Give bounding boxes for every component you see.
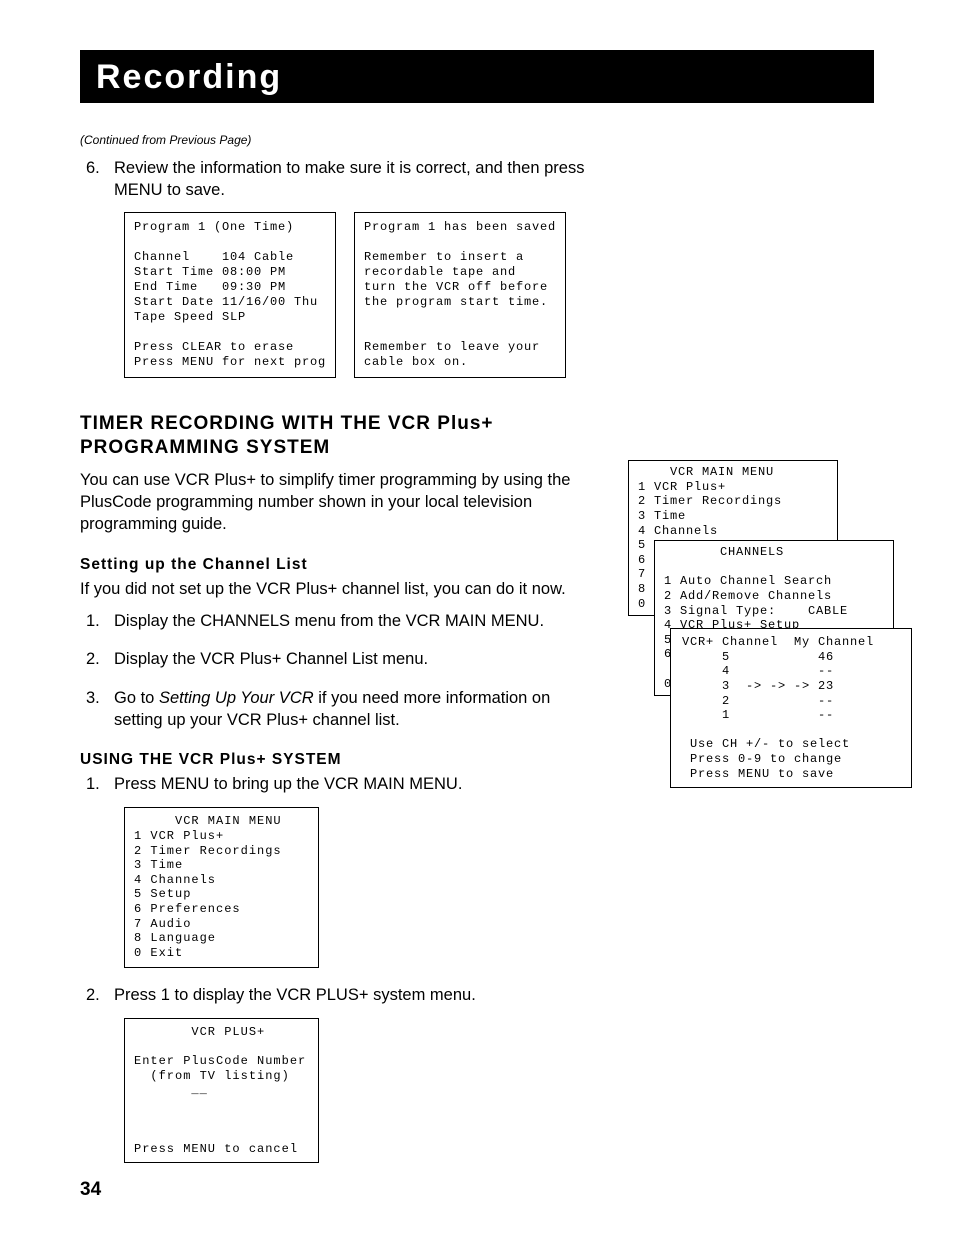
continued-note: (Continued from Previous Page) — [80, 133, 874, 147]
screen-program1: Program 1 (One Time) Channel 104 Cable S… — [124, 212, 336, 378]
step-number: 3. — [80, 687, 114, 732]
step-text: Press 1 to display the VCR PLUS+ system … — [114, 984, 590, 1006]
step-text: Review the information to make sure it i… — [114, 157, 590, 202]
screens-row-1: Program 1 (One Time) Channel 104 Cable S… — [124, 212, 590, 378]
using-step-2: 2. Press 1 to display the VCR PLUS+ syst… — [80, 984, 590, 1006]
t1: Go to — [114, 689, 159, 707]
figure-box-vcrplus-channel: VCR+ Channel My Channel 5 46 4 -- 3 -> -… — [670, 628, 912, 788]
setup-step-3: 3. Go to Setting Up Your VCR if you need… — [80, 687, 590, 732]
using-step-1: 1. Press MENU to bring up the VCR MAIN M… — [80, 773, 590, 795]
page-number: 34 — [80, 1179, 101, 1201]
t-italic: Setting Up Your VCR — [159, 689, 314, 707]
screen-mainmenu: VCR MAIN MENU 1 VCR Plus+ 2 Timer Record… — [124, 807, 319, 967]
heading-setup-channel: Setting up the Channel List — [80, 556, 590, 574]
step-number: 1. — [80, 610, 114, 632]
step-text: Press MENU to bring up the VCR MAIN MENU… — [114, 773, 590, 795]
step-6: 6. Review the information to make sure i… — [80, 157, 590, 202]
para-timer: You can use VCR Plus+ to simplify timer … — [80, 469, 590, 536]
setup-step-1: 1. Display the CHANNELS menu from the VC… — [80, 610, 590, 632]
screen-vcrplus: VCR PLUS+ Enter PlusCode Number (from TV… — [124, 1018, 319, 1164]
step-number: 2. — [80, 648, 114, 670]
step-number: 2. — [80, 984, 114, 1006]
setup-step-2: 2. Display the VCR Plus+ Channel List me… — [80, 648, 590, 670]
step-text: Display the VCR Plus+ Channel List menu. — [114, 648, 590, 670]
step-text: Display the CHANNELS menu from the VCR M… — [114, 610, 590, 632]
heading-timer: TIMER RECORDING WITH THE VCR Plus+ PROGR… — [80, 412, 590, 461]
step-number: 6. — [80, 157, 114, 202]
screen-saved: Program 1 has been saved Remember to ins… — [354, 212, 566, 378]
section-title: Recording — [96, 58, 282, 96]
para-setup: If you did not set up the VCR Plus+ chan… — [80, 578, 590, 600]
step-text: Go to Setting Up Your VCR if you need mo… — [114, 687, 590, 732]
step-number: 1. — [80, 773, 114, 795]
heading-using: USING THE VCR Plus+ SYSTEM — [80, 751, 590, 769]
nested-menu-figure: VCR MAIN MENU 1 VCR Plus+ 2 Timer Record… — [628, 460, 918, 780]
section-header: Recording — [80, 50, 874, 103]
